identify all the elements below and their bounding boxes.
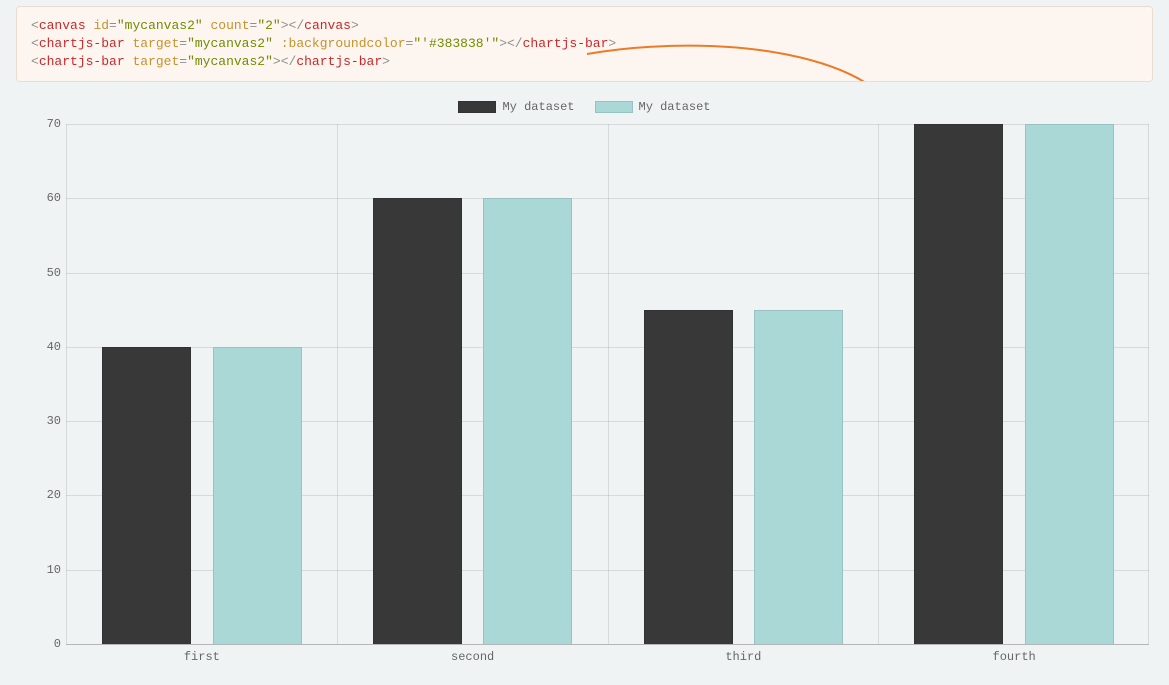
- chart-legend: My dataset My dataset: [16, 100, 1153, 114]
- chart-x-tick-label: third: [609, 650, 879, 664]
- legend-swatch: [595, 101, 633, 113]
- legend-label: My dataset: [639, 100, 711, 114]
- code-tag: canvas: [39, 18, 86, 33]
- legend-swatch: [458, 101, 496, 113]
- chart-bar: [914, 124, 1003, 644]
- chart-y-tick-label: 40: [36, 340, 61, 354]
- chart-y-tick-label: 70: [36, 117, 61, 131]
- chart-bar: [102, 347, 191, 644]
- chart-x-tick-label: second: [338, 650, 608, 664]
- chart-bar: [754, 310, 843, 644]
- chart-y-tick-label: 20: [36, 488, 61, 502]
- legend-item: My dataset: [458, 100, 574, 114]
- chart-bar: [644, 310, 733, 644]
- chart-y-tick-label: 0: [36, 637, 61, 651]
- chart-category: second: [337, 124, 608, 644]
- chart-bar: [1025, 124, 1114, 644]
- chart-y-tick-label: 30: [36, 414, 61, 428]
- chart-y-tick-label: 10: [36, 563, 61, 577]
- chart-category: first: [66, 124, 337, 644]
- code-snippet: <canvas id="mycanvas2" count="2"></canva…: [16, 6, 1153, 82]
- chart-category: fourth: [878, 124, 1149, 644]
- chart-plot-area: 010203040506070firstsecondthirdfourth: [66, 124, 1149, 644]
- legend-label: My dataset: [502, 100, 574, 114]
- legend-item: My dataset: [595, 100, 711, 114]
- chart-gridline: [66, 644, 1149, 645]
- annotation-arrow: [577, 42, 937, 82]
- chart-x-tick-label: fourth: [879, 650, 1149, 664]
- chart-y-tick-label: 60: [36, 191, 61, 205]
- chart-category: third: [608, 124, 879, 644]
- bar-chart: My datasetMy dataset 010203040506070firs…: [16, 94, 1153, 669]
- chart-bar: [213, 347, 302, 644]
- chart-bar: [373, 198, 462, 644]
- chart-bar: [483, 198, 572, 644]
- chart-x-tick-label: first: [67, 650, 337, 664]
- chart-y-tick-label: 50: [36, 266, 61, 280]
